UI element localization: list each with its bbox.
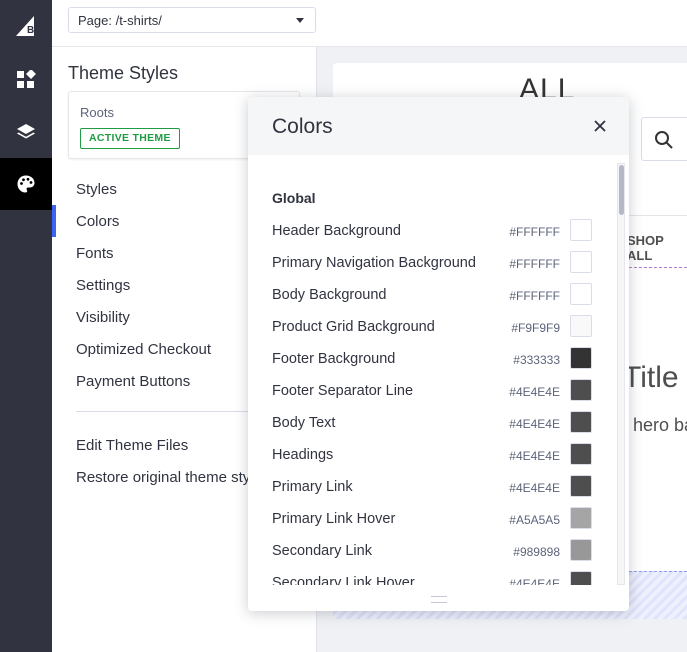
theme-name: Roots (80, 105, 114, 120)
color-name: Footer Separator Line (272, 383, 414, 399)
color-swatch[interactable] (570, 283, 592, 305)
close-button[interactable] (588, 114, 612, 138)
page-select-dropdown[interactable]: Page: /t-shirts/ (68, 7, 316, 33)
color-hex-value: #FFFFFF (509, 289, 560, 303)
color-row[interactable]: Secondary Link Hover #4E4E4E (272, 567, 592, 585)
color-name: Primary Link Hover (272, 511, 396, 527)
nav-item-fonts[interactable]: Fonts (76, 245, 114, 262)
scrollbar-thumb[interactable] (619, 165, 624, 215)
color-swatch[interactable] (570, 379, 592, 401)
layers-icon[interactable] (0, 106, 52, 158)
palette-icon[interactable] (0, 158, 52, 210)
color-name: Body Background (272, 287, 387, 303)
color-row[interactable]: Footer Background #333333 (272, 343, 592, 375)
nav-item-restore-theme[interactable]: Restore original theme sty (76, 469, 250, 486)
color-swatch[interactable] (570, 443, 592, 465)
color-swatch[interactable] (570, 539, 592, 561)
page-select-value: Page: /t-shirts/ (78, 13, 162, 28)
color-swatch[interactable] (570, 315, 592, 337)
resize-handle[interactable] (431, 596, 447, 603)
color-swatch[interactable] (570, 507, 592, 529)
nav-active-indicator (52, 205, 56, 237)
color-name: Primary Link (272, 479, 353, 495)
color-swatch[interactable] (570, 347, 592, 369)
color-swatch[interactable] (570, 571, 592, 585)
color-hex-value: #4E4E4E (509, 481, 560, 495)
colors-popover: Colors Global Header Background #FFFFFF Pr… (248, 97, 629, 611)
color-hex-value: #4E4E4E (509, 417, 560, 431)
chevron-down-icon (296, 18, 304, 23)
close-icon (594, 120, 606, 132)
preview-shop-all-link[interactable]: SHOP ALL (627, 233, 687, 263)
color-name: Header Background (272, 223, 401, 239)
section-label-global: Global (272, 190, 316, 206)
scrollbar[interactable] (617, 163, 625, 585)
color-name: Primary Navigation Background (272, 255, 476, 271)
color-name: Headings (272, 447, 334, 463)
nav-item-colors[interactable]: Colors (76, 213, 119, 230)
top-bar: Page: /t-shirts/ (52, 0, 687, 47)
active-theme-badge: ACTIVE THEME (80, 128, 180, 149)
nav-item-visibility[interactable]: Visibility (76, 309, 130, 326)
preview-search-box[interactable] (641, 117, 687, 161)
color-hex-value: #FFFFFF (509, 257, 560, 271)
nav-item-settings[interactable]: Settings (76, 277, 130, 294)
panel-title: Theme Styles (68, 63, 179, 83)
color-swatch[interactable] (570, 411, 592, 433)
color-row[interactable]: Primary Link #4E4E4E (272, 471, 592, 503)
bigcommerce-logo-icon[interactable]: B (0, 0, 52, 52)
color-name: Product Grid Background (272, 319, 435, 335)
search-icon (655, 131, 673, 149)
nav-item-payment-buttons[interactable]: Payment Buttons (76, 373, 190, 390)
color-name: Secondary Link Hover (272, 575, 415, 585)
popover-title: Colors (272, 115, 333, 138)
color-hex-value: #A5A5A5 (509, 513, 560, 527)
color-hex-value: #F9F9F9 (511, 321, 560, 335)
color-row[interactable]: Primary Navigation Background #FFFFFF (272, 247, 592, 279)
nav-item-styles[interactable]: Styles (76, 181, 117, 198)
color-hex-value: #FFFFFF (509, 225, 560, 239)
color-row[interactable]: Body Background #FFFFFF (272, 279, 592, 311)
color-name: Secondary Link (272, 543, 372, 559)
nav-item-edit-theme-files[interactable]: Edit Theme Files (76, 437, 188, 454)
color-row[interactable]: Header Background #FFFFFF (272, 215, 592, 247)
preview-hero-title: Title (623, 361, 679, 394)
svg-text:B: B (27, 25, 34, 36)
nav-item-optimized-checkout[interactable]: Optimized Checkout (76, 341, 211, 358)
color-row[interactable]: Body Text #4E4E4E (272, 407, 592, 439)
icon-rail: B (0, 0, 52, 652)
color-row[interactable]: Product Grid Background #F9F9F9 (272, 311, 592, 343)
color-hex-value: #4E4E4E (509, 385, 560, 399)
color-row[interactable]: Headings #4E4E4E (272, 439, 592, 471)
color-name: Body Text (272, 415, 336, 431)
color-swatch[interactable] (570, 219, 592, 241)
color-hex-value: #989898 (513, 545, 560, 559)
widgets-icon[interactable] (0, 54, 52, 106)
popover-header: Colors (248, 97, 629, 155)
color-swatch[interactable] (570, 475, 592, 497)
color-hex-value: #333333 (513, 353, 560, 367)
preview-hero-subtitle: hero ba (633, 415, 687, 435)
color-hex-value: #4E4E4E (509, 449, 560, 463)
color-swatch[interactable] (570, 251, 592, 273)
color-hex-value: #4E4E4E (509, 577, 560, 585)
color-row[interactable]: Primary Link Hover #A5A5A5 (272, 503, 592, 535)
color-row[interactable]: Secondary Link #989898 (272, 535, 592, 567)
colors-list: Global Header Background #FFFFFF Primary N… (248, 155, 629, 585)
color-name: Footer Background (272, 351, 396, 367)
color-row[interactable]: Footer Separator Line #4E4E4E (272, 375, 592, 407)
